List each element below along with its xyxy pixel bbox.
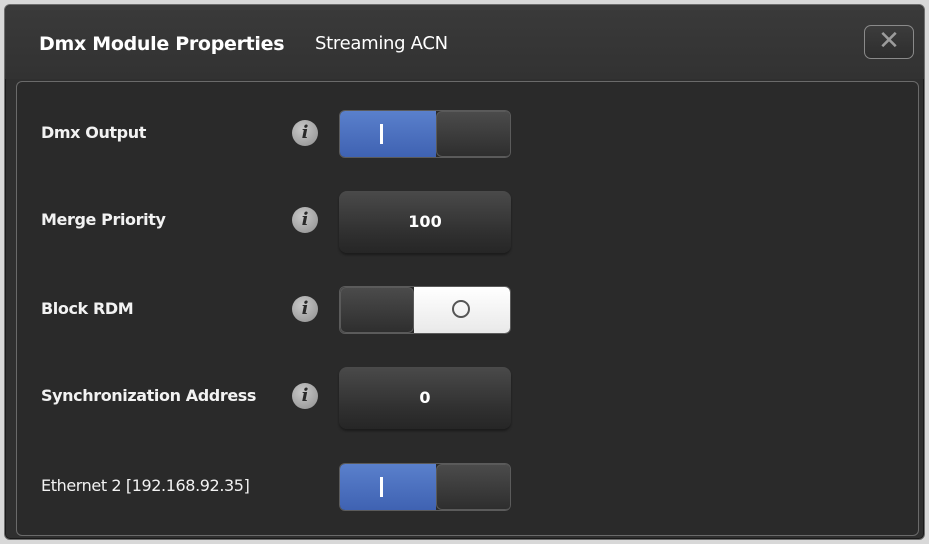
toggle-off-indicator-segment [414,287,510,333]
merge-priority-value-button[interactable]: 100 [339,191,511,253]
row-block-rdm: Block RDM i [17,283,918,335]
ethernet-2-label: Ethernet 2 [192.168.92.35] [41,476,250,495]
synchronization-address-value-button[interactable]: 0 [339,367,511,429]
close-icon: ✕ [878,26,900,56]
row-ethernet-2: Ethernet 2 [192.168.92.35] [17,460,918,512]
dialog-title: Dmx Module Properties [39,33,285,55]
on-indicator-icon [380,124,383,144]
merge-priority-label: Merge Priority [41,210,166,229]
info-icon[interactable]: i [292,120,318,146]
toggle-on-segment [340,111,436,157]
info-icon[interactable]: i [292,383,318,409]
toggle-on-segment [340,464,436,510]
toggle-off-segment [436,111,510,157]
dmx-output-toggle[interactable] [339,110,511,158]
properties-panel: Dmx Output i Merge Priority i 100 Block … [16,81,919,536]
close-button[interactable]: ✕ [864,25,914,59]
row-dmx-output: Dmx Output i [17,107,918,159]
title-bar: Dmx Module Properties Streaming ACN ✕ [5,5,924,79]
info-icon[interactable]: i [292,207,318,233]
row-merge-priority: Merge Priority i 100 [17,191,918,253]
dmx-output-label: Dmx Output [41,123,146,142]
dialog-subtitle: Streaming ACN [315,33,448,54]
info-icon[interactable]: i [292,296,318,322]
toggle-off-segment [340,287,414,333]
ethernet-2-toggle[interactable] [339,463,511,511]
row-synchronization-address: Synchronization Address i 0 [17,367,918,429]
synchronization-address-label: Synchronization Address [41,386,257,405]
off-indicator-icon [452,300,470,318]
toggle-off-segment [436,464,510,510]
on-indicator-icon [380,477,383,497]
dmx-module-properties-dialog: Dmx Module Properties Streaming ACN ✕ Dm… [4,4,925,540]
block-rdm-label: Block RDM [41,299,134,318]
block-rdm-toggle[interactable] [339,286,511,334]
